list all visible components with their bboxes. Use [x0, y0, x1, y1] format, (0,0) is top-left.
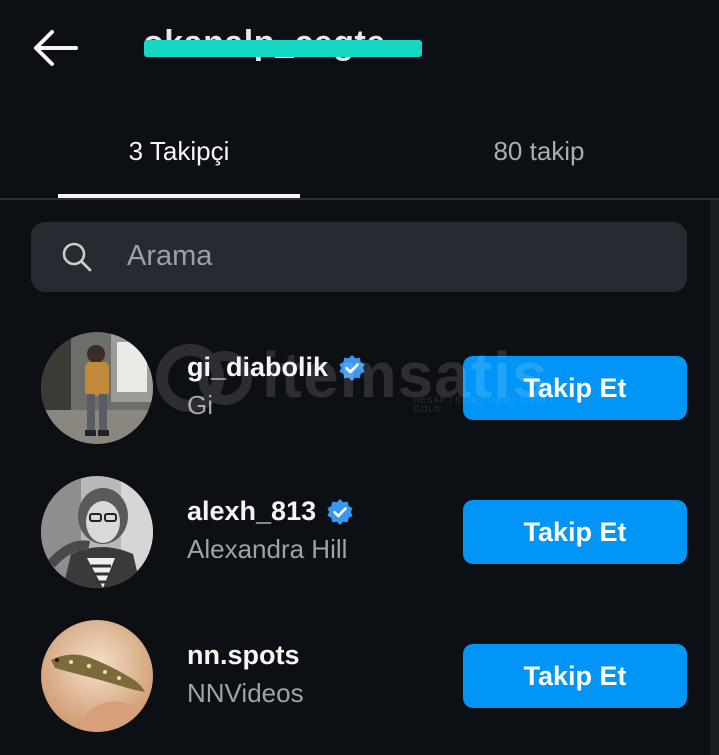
- follow-button[interactable]: Takip Et: [463, 500, 687, 564]
- list-item[interactable]: gi_diabolik Gi Takip Et: [0, 332, 719, 444]
- avatar[interactable]: [41, 476, 153, 588]
- tab-followers[interactable]: 3 Takipçi: [58, 136, 300, 167]
- username-row[interactable]: nn.spots: [187, 640, 300, 671]
- avatar[interactable]: [41, 620, 153, 732]
- username: nn.spots: [187, 640, 300, 670]
- full-name: NNVideos: [187, 678, 304, 708]
- follow-button[interactable]: Takip Et: [463, 644, 687, 708]
- username-row[interactable]: gi_diabolik: [187, 352, 366, 383]
- avatar[interactable]: [41, 332, 153, 444]
- verified-badge-icon: [339, 354, 365, 381]
- tab-following[interactable]: 80 takip: [419, 136, 659, 167]
- full-name: Alexandra Hill: [187, 534, 348, 564]
- search-placeholder: Arama: [127, 240, 213, 272]
- top-bar: okanalp_cegte: [0, 0, 719, 100]
- list-item[interactable]: alexh_813 Alexandra Hill Takip Et: [0, 476, 719, 588]
- search-input[interactable]: Arama: [31, 222, 687, 292]
- arrow-left-icon[interactable]: [30, 28, 80, 68]
- verified-badge-icon: [327, 498, 353, 525]
- username-row[interactable]: alexh_813: [187, 496, 354, 527]
- username: gi_diabolik: [187, 352, 329, 382]
- redaction-bar: [144, 40, 422, 57]
- search-icon: [62, 242, 92, 272]
- full-name: Gi: [187, 390, 213, 420]
- list-item[interactable]: nn.spots NNVideos Takip Et: [0, 620, 719, 732]
- username: alexh_813: [187, 496, 317, 526]
- follow-tabs: 3 Takipçi 80 takip: [0, 120, 719, 198]
- tab-divider: [0, 198, 719, 200]
- follow-button[interactable]: Takip Et: [463, 356, 687, 420]
